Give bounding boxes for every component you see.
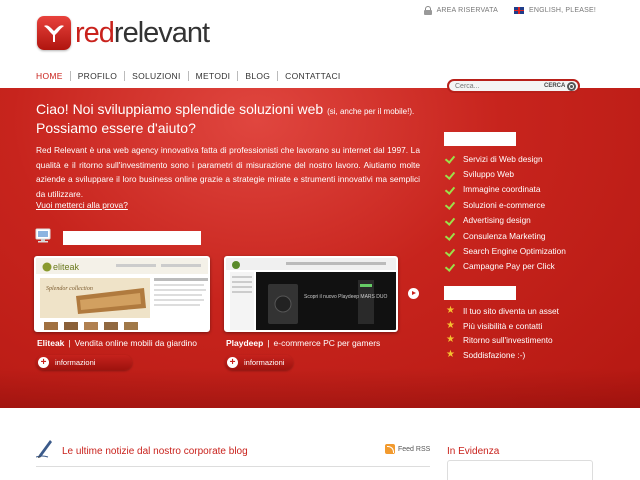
check-icon	[446, 185, 457, 194]
check-icon	[446, 231, 457, 240]
service-item[interactable]: Advertising design	[446, 213, 566, 228]
hero-headline: Ciao! Noi sviluppiamo splendide soluzion…	[36, 101, 436, 137]
rss-icon	[385, 444, 395, 454]
star-icon: ★	[446, 334, 455, 346]
area-riservata-link[interactable]: AREA RISERVATA	[423, 6, 498, 15]
plus-icon: +	[38, 357, 49, 368]
service-item[interactable]: Campagne Pay per Click	[446, 259, 566, 274]
rss-link[interactable]: Feed RSS	[385, 444, 430, 454]
cta-link[interactable]: Vuoi metterci alla prova?	[36, 200, 128, 210]
rss-label: Feed RSS	[398, 445, 431, 453]
info-button-label: informazioni	[55, 358, 96, 367]
nav-metodi[interactable]: METODI	[187, 71, 238, 81]
english-link[interactable]: ENGLISH, PLEASE!	[513, 6, 596, 15]
check-icon	[446, 216, 457, 225]
service-item[interactable]: Soluzioni e-commerce	[446, 197, 566, 212]
service-label: Soluzioni e-commerce	[463, 199, 546, 210]
services-list: Servizi di Web design Sviluppo Web Immag…	[446, 151, 566, 274]
benefit-item: ★ Il tuo sito diventa un asset	[446, 304, 559, 319]
evidenza-title: In Evidenza	[447, 446, 500, 457]
portfolio-desc-playdeep: e-commerce PC per gamers	[273, 338, 381, 348]
header: redrelevant AREA RISERVATA ENGLISH, PLEA…	[0, 0, 640, 88]
area-riservata-label: AREA RISERVATA	[436, 7, 498, 14]
eliteak-thumb-logo: eliteak	[53, 262, 80, 272]
service-label: Sviluppo Web	[463, 169, 515, 180]
services-heading-bar	[444, 132, 516, 146]
benefits-list: ★ Il tuo sito diventa un asset ★ Più visib…	[446, 304, 559, 362]
search-input[interactable]	[455, 82, 540, 90]
uk-flag-icon	[513, 7, 524, 14]
logo-text-red: red	[75, 17, 115, 49]
check-icon	[446, 200, 457, 209]
logo-icon	[37, 16, 71, 50]
service-item[interactable]: Sviluppo Web	[446, 166, 566, 181]
logo-text: redrelevant	[75, 16, 210, 50]
portfolio-caption-eliteak: Eliteak | Vendita online mobili da giardin…	[37, 338, 198, 348]
star-icon: ★	[446, 305, 455, 317]
benefit-label: Più visibilità e contatti	[463, 320, 543, 331]
service-item[interactable]: Immagine coordinata	[446, 182, 566, 197]
english-label: ENGLISH, PLEASE!	[528, 7, 596, 14]
logo-text-dark: relevant	[113, 17, 210, 49]
portfolio-name-playdeep: Playdeep	[226, 338, 264, 348]
main-nav: HOME PROFILO SOLUZIONI METODI BLOG CONTA…	[36, 71, 348, 81]
portfolio-thumb-eliteak[interactable]: eliteak Splendor collection	[34, 256, 210, 332]
eliteak-thumb-tagline: Splendor collection	[46, 286, 93, 292]
service-label: Immagine coordinata	[463, 184, 541, 195]
blog-title: Le ultime notizie dal nostro corporate b…	[62, 446, 248, 457]
plus-icon: +	[227, 357, 238, 368]
lock-icon	[423, 6, 432, 15]
carousel-next-button[interactable]	[408, 288, 419, 299]
search-button-label[interactable]: CERCA	[544, 83, 565, 89]
service-label: Campagne Pay per Click	[463, 261, 555, 272]
check-icon	[446, 262, 457, 271]
benefit-item: ★ Ritorno sull'investimento	[446, 333, 559, 348]
info-button-eliteak[interactable]: + informazioni	[36, 355, 132, 370]
benefit-item: ★ Soddisfazione :-)	[446, 348, 559, 363]
service-label: Servizi di Web design	[463, 153, 543, 164]
service-item[interactable]: Consulenza Marketing	[446, 228, 566, 243]
benefit-label: Soddisfazione :-)	[463, 349, 526, 360]
search-box: CERCA	[447, 79, 580, 93]
benefit-label: Ritorno sull'investimento	[463, 335, 553, 346]
nav-contattaci[interactable]: CONTATTACI	[277, 71, 347, 81]
nav-profilo[interactable]: PROFILO	[69, 71, 124, 81]
topbar: AREA RISERVATA ENGLISH, PLEASE!	[423, 6, 596, 15]
service-label: Advertising design	[463, 215, 531, 226]
service-item[interactable]: Search Engine Optimization	[446, 243, 566, 258]
nav-soluzioni[interactable]: SOLUZIONI	[124, 71, 188, 81]
nav-blog[interactable]: BLOG	[237, 71, 277, 81]
headline-line-2: Possiamo essere d'aiuto?	[36, 120, 196, 136]
search-icon[interactable]	[567, 81, 577, 91]
playdeep-thumb-text: Scopri il nuovo Playdeep MARS DUO	[304, 294, 387, 300]
benefit-item: ★ Più visibilità e contatti	[446, 319, 559, 334]
benefits-heading-bar	[444, 286, 516, 300]
info-button-label: informazioni	[244, 358, 285, 367]
check-icon	[446, 154, 457, 163]
portfolio-desc-eliteak: Vendita online mobili da giardino	[74, 338, 198, 348]
pen-icon	[36, 440, 52, 458]
service-item[interactable]: Servizi di Web design	[446, 151, 566, 166]
info-button-playdeep[interactable]: + informazioni	[225, 355, 293, 370]
benefit-label: Il tuo sito diventa un asset	[463, 306, 559, 317]
divider	[36, 466, 430, 467]
portfolio-thumb-playdeep[interactable]: Scopri il nuovo Playdeep MARS DUO	[224, 256, 398, 332]
portfolio-caption-playdeep: Playdeep | e-commerce PC per gamers	[226, 338, 381, 348]
check-icon	[446, 247, 457, 256]
star-icon: ★	[446, 319, 455, 331]
portfolio-name-eliteak: Eliteak	[37, 338, 65, 348]
headline-small: (si, anche per il mobile!).	[327, 107, 415, 116]
check-icon	[446, 170, 457, 179]
service-label: Search Engine Optimization	[463, 246, 566, 257]
headline-line-1: Ciao! Noi sviluppiamo splendide soluzion…	[36, 101, 324, 117]
logo[interactable]: redrelevant	[37, 16, 210, 50]
hero-intro: Red Relevant è una web agency innovativa…	[36, 145, 420, 199]
evidenza-box	[447, 460, 593, 480]
star-icon: ★	[446, 348, 455, 360]
portfolio-heading-bar	[63, 231, 201, 245]
nav-home[interactable]: HOME	[36, 71, 70, 81]
service-label: Consulenza Marketing	[463, 230, 546, 241]
monitor-icon	[35, 228, 51, 243]
